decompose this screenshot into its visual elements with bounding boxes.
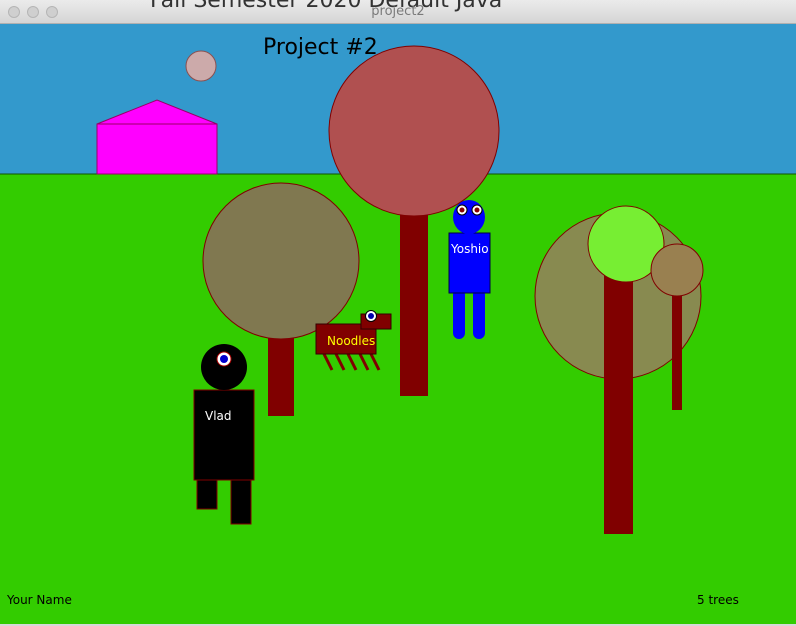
pupil <box>474 207 480 213</box>
left-leg <box>453 289 465 339</box>
left-leg <box>196 478 218 510</box>
tree-trunk <box>400 204 428 396</box>
scene-title: Project #2 <box>263 35 378 60</box>
head <box>201 344 247 390</box>
tree-canopy <box>202 182 360 340</box>
tree-trunk <box>672 284 682 410</box>
tree-trunk <box>268 334 294 416</box>
scene-svg: Project #2 Yoshio Noodles Vlad Your Name… <box>0 24 796 624</box>
right-leg <box>473 289 485 339</box>
author-label: Your Name <box>6 593 72 607</box>
tree-canopy <box>328 45 500 217</box>
tree-count-label: 5 trees <box>697 593 739 607</box>
tree-canopy <box>650 243 704 297</box>
person-name-label: Vlad <box>205 409 232 423</box>
right-leg <box>230 478 252 525</box>
window-title: project2 <box>371 4 425 19</box>
body <box>193 389 255 481</box>
person-name-label: Yoshio <box>450 242 489 256</box>
pupil <box>368 313 374 319</box>
pupil <box>459 207 465 213</box>
dog-name-label: Noodles <box>327 334 375 348</box>
window-titlebar: Fall Semester 2020 Default Java project2 <box>0 0 796 24</box>
head <box>453 200 485 234</box>
drawing-canvas: Project #2 Yoshio Noodles Vlad Your Name… <box>0 24 796 624</box>
sun <box>185 50 217 82</box>
pupil <box>220 355 228 363</box>
house-wall <box>96 123 218 175</box>
